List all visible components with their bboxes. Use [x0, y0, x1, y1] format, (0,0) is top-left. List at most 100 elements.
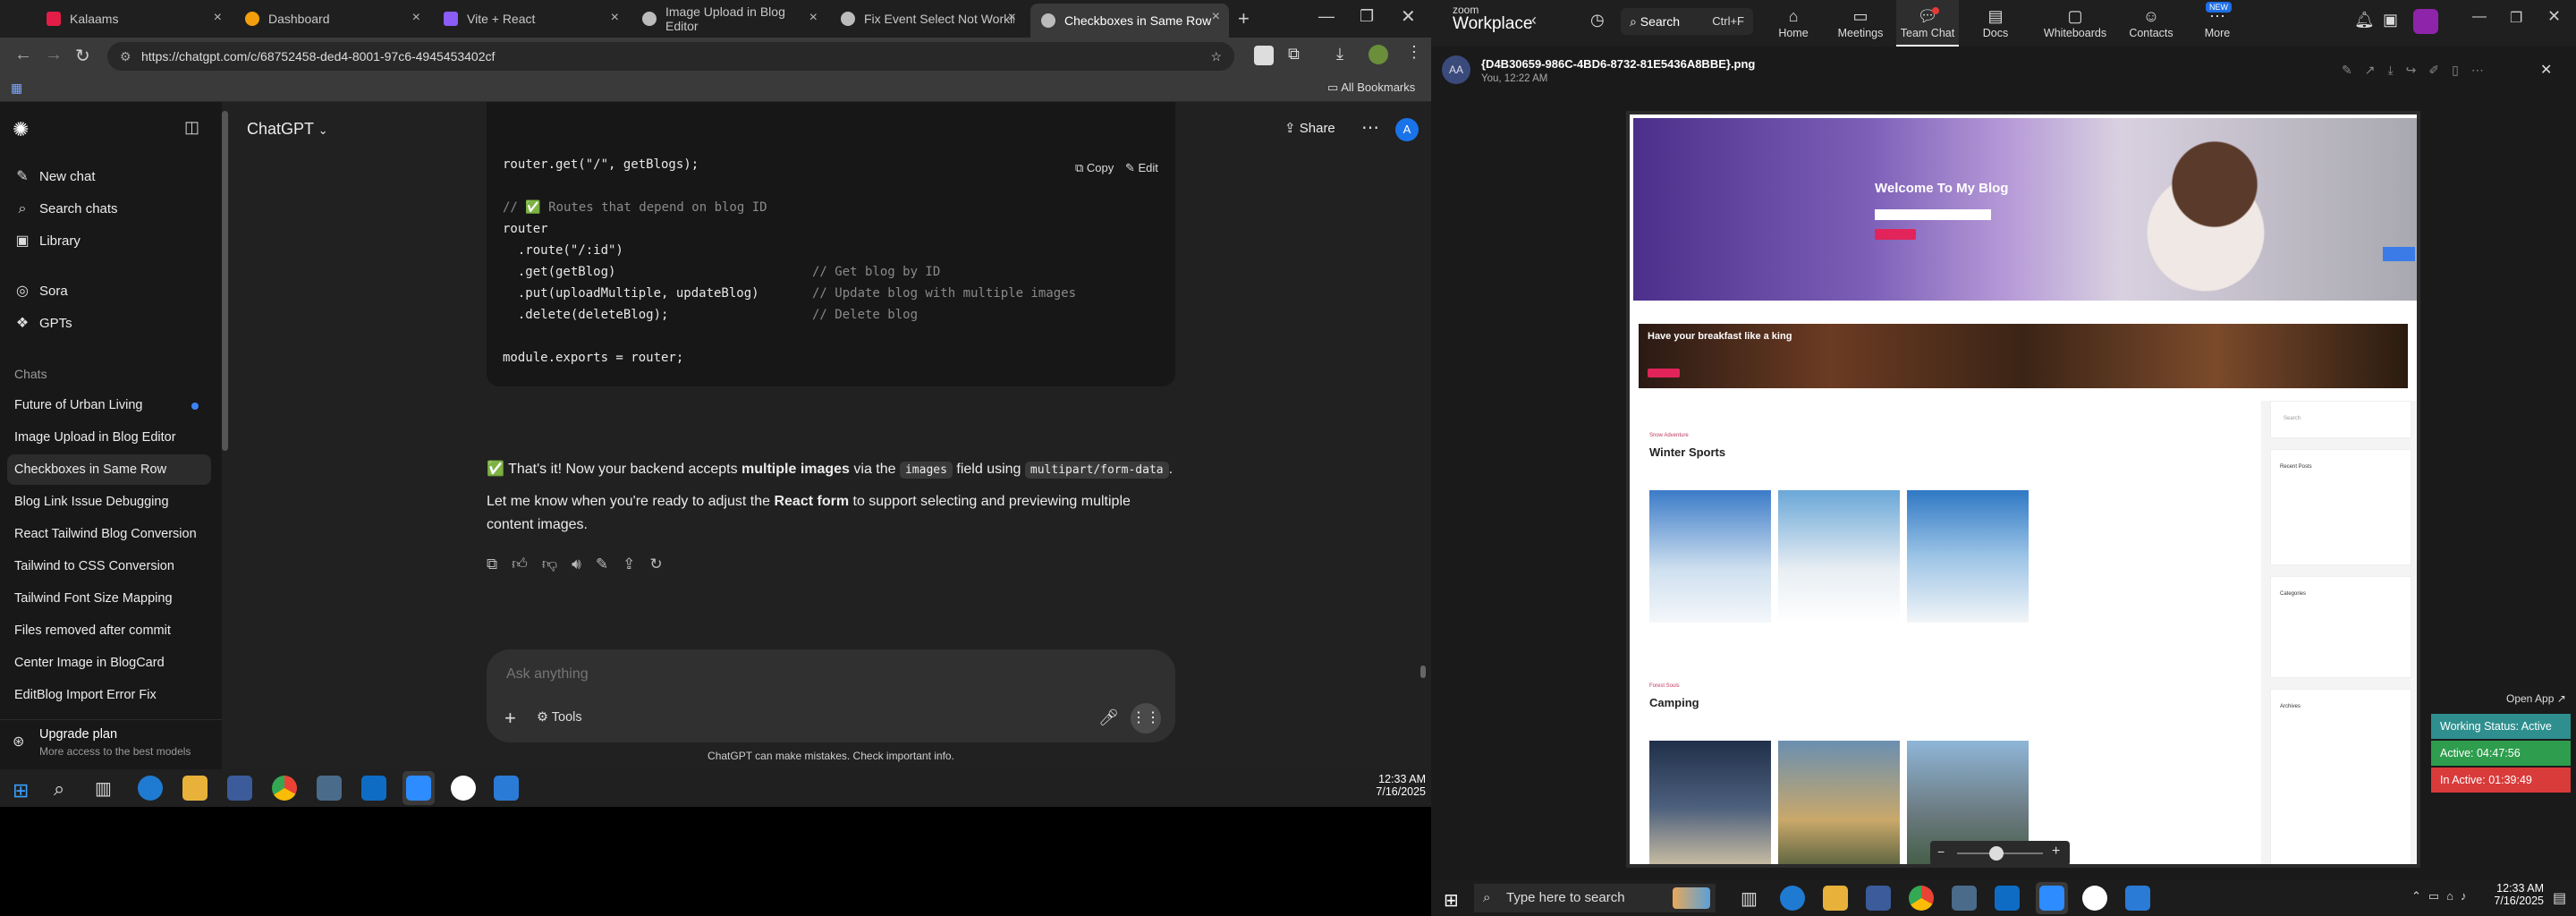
tab-kalaams[interactable]: Kalaams × — [36, 4, 231, 33]
share-button[interactable]: ⇪ Share — [1284, 120, 1335, 136]
chat-item[interactable]: Image Upload in Blog Editor — [14, 422, 211, 453]
add-attachment-icon[interactable]: + — [504, 707, 516, 730]
chat-item[interactable]: Tailwind Font Size Mapping — [14, 583, 211, 614]
clock[interactable]: 12:33 AM 7/16/2025 — [1368, 773, 1426, 798]
app-icon[interactable] — [1952, 886, 1977, 911]
read-aloud-icon[interactable]: 🔊︎ — [572, 556, 596, 572]
edge-icon[interactable] — [138, 776, 163, 801]
pen-icon[interactable]: ✐ — [2428, 63, 2452, 77]
nav-meetings[interactable]: ▭ Meetings — [1829, 5, 1892, 39]
bell-icon[interactable]: 🔔︎ — [2354, 11, 2375, 30]
maximize-button[interactable]: ❐ — [2510, 9, 2522, 27]
chat-item[interactable]: Tailwind to CSS Conversion — [14, 551, 211, 581]
tab-fix-event-select[interactable]: Fix Event Select Not Working × — [830, 4, 1025, 33]
forward-icon[interactable]: ↪ — [2406, 63, 2429, 77]
windows-start-icon[interactable]: ⊞ — [13, 779, 29, 802]
annotate-icon[interactable]: ✎ — [2342, 63, 2365, 77]
taskbar-search[interactable]: ⌕ Type here to search — [1474, 884, 1716, 912]
forward-icon[interactable]: → — [45, 45, 63, 65]
tab-close-icon[interactable]: × — [809, 10, 818, 26]
chat-item[interactable]: React Tailwind Blog Conversion — [14, 519, 211, 549]
tab-close-icon[interactable]: × — [1212, 9, 1220, 25]
chrome-menu-icon[interactable]: ⋮ — [1406, 43, 1422, 62]
chat-item[interactable]: Files removed after commit — [14, 615, 211, 646]
zoom-taskbar-button[interactable] — [402, 771, 435, 805]
thumbs-down-icon[interactable]: 👎︎ — [542, 556, 572, 572]
vscode-icon[interactable] — [361, 776, 386, 801]
chat-item[interactable]: Future of Urban Living — [14, 390, 211, 420]
tab-checkboxes[interactable]: Checkboxes in Same Row × — [1030, 4, 1229, 38]
chrome-icon[interactable] — [1909, 886, 1934, 911]
thumbs-up-icon[interactable]: 👍︎ — [512, 556, 542, 572]
chat-item[interactable]: Blog Link Issue Debugging — [14, 487, 211, 517]
nav-contacts[interactable]: ☺ Contacts — [2120, 5, 2182, 39]
all-bookmarks-button[interactable]: ▭ All Bookmarks — [1327, 81, 1415, 95]
nav-docs[interactable]: ▤ Docs — [1964, 5, 2027, 39]
maximize-button[interactable]: ❐ — [1360, 7, 1374, 26]
zoom-slider[interactable]: − + — [1930, 841, 2070, 866]
zoom-in-icon[interactable]: + — [2052, 844, 2060, 860]
bookmark-icon[interactable]: ▯ — [2452, 63, 2471, 77]
task-view-icon[interactable]: ▥ — [95, 777, 112, 800]
tools-button[interactable]: ⚙ Tools — [537, 710, 582, 725]
minimize-button[interactable]: — — [2472, 9, 2487, 25]
apps-grid-icon[interactable]: ▦ — [11, 81, 22, 96]
user-avatar[interactable]: A — [1395, 118, 1419, 141]
close-viewer-icon[interactable]: ✕ — [2540, 61, 2552, 79]
gpts-button[interactable]: ❖ GPTs — [14, 310, 72, 338]
nav-home[interactable]: ⌂ Home — [1762, 5, 1825, 39]
notifications-icon[interactable]: ▤ — [2553, 889, 2566, 907]
app-icon[interactable] — [317, 776, 342, 801]
copy-code-button[interactable]: ⧉ Copy — [1075, 161, 1114, 175]
copy-icon[interactable]: ⧉ — [487, 556, 512, 572]
zoom-search-box[interactable]: ⌕ Search Ctrl+F — [1621, 8, 1753, 35]
system-tray[interactable]: ⌃▭⌂♪ — [2411, 889, 2474, 903]
tab-close-icon[interactable]: × — [214, 10, 222, 26]
search-chats-button[interactable]: ⌕ Search chats — [14, 195, 118, 224]
toggle-sidebar-icon[interactable]: ◫ — [184, 118, 199, 137]
store-icon[interactable] — [1866, 886, 1891, 911]
history-icon[interactable]: ◷ — [1590, 11, 1605, 30]
sora-button[interactable]: ◎ Sora — [14, 277, 68, 306]
file-explorer-icon[interactable] — [182, 776, 208, 801]
open-external-icon[interactable]: ↗ — [2365, 63, 2388, 77]
model-selector[interactable]: ChatGPT ⌄ — [247, 120, 328, 139]
openai-logo-icon[interactable]: ✺ — [13, 118, 29, 141]
zoom-out-icon[interactable]: − — [1937, 844, 1945, 859]
chat-item-selected[interactable]: Checkboxes in Same Row — [7, 454, 211, 485]
sidebar-scrollbar[interactable] — [222, 111, 228, 451]
tab-close-icon[interactable]: × — [412, 10, 420, 26]
open-app-link[interactable]: Open App ↗ — [2506, 692, 2566, 705]
tab-dashboard[interactable]: Dashboard × — [234, 4, 429, 33]
prompt-input[interactable] — [506, 662, 1132, 687]
microphone-icon[interactable]: 🎤︎ — [1098, 708, 1119, 727]
app-icon[interactable] — [2082, 886, 2107, 911]
upgrade-plan-button[interactable]: ⊛ Upgrade plan More access to the best m… — [0, 719, 222, 769]
zoom-taskbar-button[interactable] — [2036, 882, 2068, 914]
app-icon[interactable] — [451, 776, 476, 801]
main-scrollbar[interactable] — [1420, 666, 1426, 678]
site-info-icon[interactable]: ⚙ — [120, 42, 131, 71]
chrome-icon[interactable] — [272, 776, 297, 801]
profile-avatar[interactable] — [1368, 45, 1388, 64]
zoom-avatar[interactable] — [2413, 9, 2438, 34]
file-explorer-icon[interactable] — [1823, 886, 1848, 911]
back-icon[interactable]: ‹ — [1531, 11, 1537, 30]
reload-icon[interactable]: ↻ — [75, 45, 90, 67]
extension-icon[interactable] — [1254, 46, 1274, 65]
chat-item[interactable]: Center Image in BlogCard — [14, 648, 211, 678]
more-icon[interactable]: ⋯ — [2471, 63, 2496, 77]
nav-whiteboards[interactable]: ▢ Whiteboards — [2039, 5, 2111, 39]
zoom-thumb[interactable] — [1989, 846, 2004, 861]
address-bar[interactable]: ⚙ https://chatgpt.com/c/68752458-ded4-80… — [107, 42, 1234, 71]
task-view-icon[interactable]: ▥ — [1741, 887, 1758, 910]
apps-icon[interactable]: ▣ — [2383, 11, 2398, 30]
download-icon[interactable]: ⤓ — [1336, 45, 1343, 64]
download-icon[interactable]: ⤓ — [2387, 63, 2405, 77]
tab-vite-react[interactable]: Vite + React × — [433, 4, 628, 33]
new-tab-button[interactable]: + — [1238, 7, 1250, 30]
new-chat-button[interactable]: ✎ New chat — [14, 163, 95, 191]
vscode-icon[interactable] — [1995, 886, 2020, 911]
search-icon[interactable]: ⌕ — [54, 777, 64, 801]
chat-item[interactable]: EditBlog Import Error Fix — [14, 680, 211, 710]
